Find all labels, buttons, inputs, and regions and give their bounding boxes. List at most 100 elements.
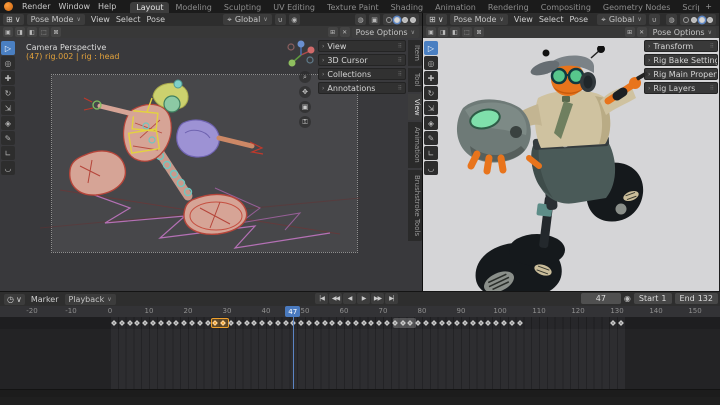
keyframe-55[interactable] [321, 320, 328, 326]
playhead-frame-label[interactable]: 47 [285, 306, 301, 317]
select-intersect-icon[interactable]: ⊠ [51, 27, 61, 37]
keyframe-79[interactable] [415, 320, 421, 326]
close-icon[interactable]: ✕ [339, 27, 350, 37]
panel-header-rig-main-properties[interactable]: ›Rig Main Properties⠿ [644, 68, 718, 80]
timeline-body[interactable] [0, 317, 720, 389]
keyframe-19[interactable] [181, 320, 187, 326]
grid-icon[interactable]: ⊞ [327, 27, 338, 37]
keyframe-25[interactable] [204, 320, 211, 326]
zoom-icon[interactable]: ⌕ [299, 71, 311, 83]
keyframe-37[interactable] [251, 320, 258, 326]
keyframe-81[interactable] [423, 320, 429, 326]
keyframe-45[interactable] [282, 320, 289, 326]
keyframe-95[interactable] [477, 320, 484, 326]
keyframe-49[interactable] [298, 320, 304, 326]
lock-icon[interactable]: ⚿ [299, 116, 311, 128]
menu-pose[interactable]: Pose [144, 15, 169, 24]
transform-tool[interactable]: ◈ [1, 116, 15, 130]
keyframe-23[interactable] [196, 320, 203, 326]
keyframe-61[interactable] [345, 320, 351, 326]
close-icon[interactable]: ✕ [636, 27, 647, 37]
play-button[interactable]: ▶ [357, 293, 370, 304]
transform-tool[interactable]: ◈ [424, 116, 438, 130]
sidebar-tab-item[interactable]: Item [408, 40, 422, 66]
keyframe-63[interactable] [352, 320, 359, 326]
topbar-menu-render[interactable]: Render [18, 2, 54, 11]
panel-header-rig-layers[interactable]: › Rig Layers ⠿ [644, 82, 718, 94]
blender-logo-icon[interactable] [4, 2, 13, 11]
keyframe-41[interactable] [267, 320, 273, 326]
render-viewport-canvas[interactable]: ▷◎✚↻⇲◈✎∟◡ ›Transform⠿›Rig Bake Settings⠿… [423, 38, 719, 291]
panel-header-annotations[interactable]: › Annotations ⠿ [318, 82, 406, 94]
annotate-tool[interactable]: ✎ [1, 131, 15, 145]
timeline-ruler[interactable]: -20 -10 0 10 20 30 40 50 60 70 80 90 100 110 120 130 140… [0, 306, 720, 317]
sidebar-tab-view[interactable]: View [408, 93, 422, 121]
keyframe-83[interactable] [430, 320, 437, 326]
wireframe-shading-icon[interactable] [386, 16, 392, 23]
menu-select[interactable]: Select [113, 15, 144, 24]
editor-type-button[interactable]: ⊞ ∨ [3, 14, 24, 25]
start-frame-field[interactable]: Start 1 [633, 293, 672, 304]
select-intersect-icon[interactable]: ⊠ [474, 27, 484, 37]
select-subtract-icon[interactable]: ◧ [27, 27, 37, 37]
keyframe-33[interactable] [235, 320, 242, 326]
rendered-shading-icon[interactable] [707, 16, 713, 23]
end-frame-field[interactable]: End 132 [674, 293, 718, 304]
workspace-tab-compositing[interactable]: Compositing [535, 2, 597, 13]
play-reverse-button[interactable]: ◀ [343, 293, 356, 304]
keyframe-101[interactable] [501, 320, 507, 326]
keyframe-51[interactable] [306, 320, 312, 326]
pose-options-dropdown[interactable]: Pose Options ∨ [648, 26, 716, 38]
solid-shading-icon[interactable] [394, 16, 400, 23]
select-extend-icon[interactable]: ◨ [438, 27, 448, 37]
material-shading-icon[interactable] [402, 16, 408, 23]
keyframe-105[interactable] [516, 320, 523, 326]
keyframe-35[interactable] [243, 320, 250, 326]
rendered-shading-icon[interactable] [410, 16, 416, 23]
rotate-tool[interactable]: ↻ [1, 86, 15, 100]
move-tool[interactable]: ✚ [1, 71, 15, 85]
workspace-tab-rendering[interactable]: Rendering [482, 2, 535, 13]
menu-view[interactable]: View [511, 15, 536, 24]
select-invert-icon[interactable]: ⬚ [462, 27, 472, 37]
cursor-tool[interactable]: ◎ [1, 56, 15, 70]
workspace-tab-modeling[interactable]: Modeling [169, 2, 217, 13]
keyframe-9[interactable] [142, 320, 148, 326]
menu-select[interactable]: Select [536, 15, 567, 24]
keyframe-21[interactable] [189, 320, 195, 326]
workspace-tab-shading[interactable]: Shading [385, 2, 430, 13]
mode-dropdown[interactable]: Pose Mode ∨ [449, 14, 508, 25]
material-shading-icon[interactable] [699, 16, 705, 23]
pose-tool[interactable]: ◡ [1, 161, 15, 175]
add-workspace-button[interactable]: + [701, 2, 716, 11]
menu-pose[interactable]: Pose [567, 15, 592, 24]
solid-shading-icon[interactable] [691, 16, 697, 23]
topbar-menu-window[interactable]: Window [54, 2, 94, 11]
scale-tool[interactable]: ⇲ [1, 101, 15, 115]
menu-view[interactable]: View [88, 15, 113, 24]
keyframe-5[interactable] [126, 320, 133, 326]
camera-view-icon[interactable]: ▣ [299, 101, 311, 113]
sidebar-tab-animation[interactable]: Animation [408, 122, 422, 168]
select-subtract-icon[interactable]: ◧ [450, 27, 460, 37]
jump-to-end-button[interactable]: ▶| [385, 293, 398, 304]
keyframe-59[interactable] [337, 320, 343, 326]
navigation-gizmo[interactable] [286, 40, 316, 70]
keyframe-39[interactable] [259, 320, 265, 326]
keyframe-69[interactable] [376, 320, 382, 326]
select-box-tool[interactable]: ▷ [424, 41, 438, 55]
keyframe-129[interactable] [610, 320, 616, 326]
marker-menu[interactable]: Marker [28, 295, 62, 304]
panel-header-rig-bake-settings[interactable]: ›Rig Bake Settings⠿ [644, 54, 718, 66]
workspace-tab-geometry-nodes[interactable]: Geometry Nodes [597, 2, 676, 13]
jump-to-start-button[interactable]: |◀ [315, 293, 328, 304]
keyframe-93[interactable] [469, 320, 476, 326]
next-keyframe-button[interactable]: ▶▶ [371, 293, 384, 304]
keyframe-1[interactable] [111, 320, 117, 326]
cursor-tool[interactable]: ◎ [424, 56, 438, 70]
keyframe-65[interactable] [360, 320, 367, 326]
camera-viewport-canvas[interactable]: ▷ ◎ ✚ ↻ ⇲ ◈ ✎ ∟ ◡ Camera Perspective (47) rig.00… [0, 38, 422, 291]
annotate-tool[interactable]: ✎ [424, 131, 438, 145]
keyframe-17[interactable] [173, 320, 180, 326]
auto-key-record-icon[interactable]: ◉ [624, 294, 631, 303]
